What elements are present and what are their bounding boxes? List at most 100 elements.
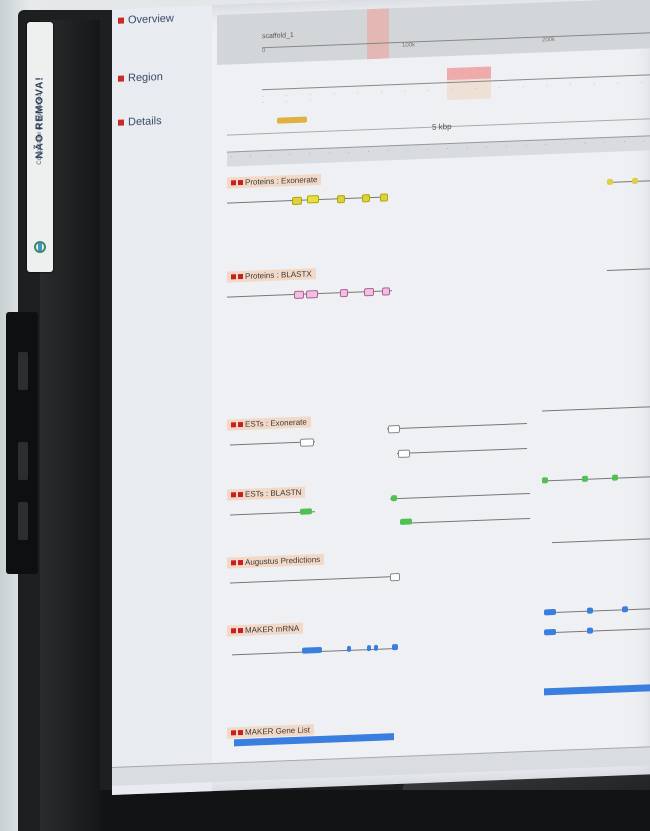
feature-line[interactable] (542, 476, 650, 482)
section-overview[interactable]: Overview (118, 13, 174, 27)
exon[interactable] (398, 449, 410, 459)
feature-line[interactable] (400, 517, 530, 524)
track-title: MAKER Gene List (245, 725, 310, 737)
feature-line[interactable] (390, 492, 530, 500)
section-label: Overview (128, 12, 174, 27)
track-header[interactable]: Augustus Predictions (227, 553, 325, 569)
exon[interactable] (367, 645, 371, 652)
track-title: ESTs : Exonerate (245, 417, 307, 429)
collapse-icon[interactable] (118, 119, 124, 126)
track-title: Augustus Predictions (245, 555, 321, 567)
exon[interactable] (347, 645, 351, 652)
feature-line[interactable] (387, 423, 527, 430)
track-close-icon (238, 273, 243, 280)
overview-highlight[interactable] (367, 8, 389, 60)
exon[interactable] (300, 438, 314, 447)
track-menu-icon (231, 628, 236, 634)
monitor-bottom-bezel (100, 790, 650, 831)
scale-label: 5 kbp (432, 121, 452, 132)
track-close-icon (238, 627, 243, 634)
exon[interactable] (587, 627, 593, 634)
exon[interactable] (612, 474, 618, 481)
track-close-icon (238, 559, 243, 566)
exon[interactable] (544, 608, 556, 616)
track-header[interactable]: Proteins : Exonerate (227, 173, 322, 189)
section-details[interactable]: Details (118, 115, 162, 129)
clip-slot (18, 442, 28, 480)
track-title: Proteins : BLASTX (245, 269, 312, 281)
track-menu-icon (231, 422, 236, 428)
region-highlight[interactable] (447, 66, 491, 81)
exon[interactable] (390, 572, 400, 582)
exon[interactable] (364, 287, 374, 297)
track-header[interactable]: Proteins : BLASTX (227, 268, 316, 283)
exon[interactable] (391, 495, 397, 502)
gene-bar[interactable] (544, 684, 650, 696)
track-menu-icon (231, 730, 236, 736)
exon[interactable] (374, 644, 378, 651)
sequence-label: scaffold_1 (262, 32, 294, 41)
exon[interactable] (292, 196, 302, 206)
track-menu-icon (231, 274, 236, 280)
overview-tick: 100k (402, 42, 416, 49)
exon[interactable] (388, 424, 400, 434)
exon[interactable] (302, 646, 322, 654)
section-label: Details (128, 115, 162, 129)
exon[interactable] (542, 477, 548, 484)
track-title: MAKER mRNA (245, 623, 300, 635)
exon[interactable] (340, 288, 348, 298)
exon[interactable] (382, 287, 390, 296)
track-menu-icon (231, 492, 236, 498)
track-close-icon (238, 179, 243, 186)
exon[interactable] (307, 195, 319, 204)
track-title: ESTs : BLASTN (245, 487, 302, 499)
track-close-icon (238, 491, 243, 498)
track-header[interactable]: ESTs : Exonerate (227, 416, 311, 431)
feature-line[interactable] (542, 406, 650, 412)
overview-tick: 0 (262, 48, 266, 55)
section-label: Region (128, 71, 163, 85)
details-highlight-mark (277, 116, 307, 124)
track-augustus-predictions: Augustus Predictions (227, 549, 325, 571)
clip-slot (18, 502, 28, 540)
cable-clip (6, 312, 38, 574)
track-menu-icon (231, 560, 236, 566)
exon[interactable] (300, 508, 312, 515)
feature-line[interactable] (230, 575, 400, 584)
collapse-icon[interactable] (118, 17, 124, 24)
feature-line[interactable] (397, 448, 527, 455)
exon[interactable] (380, 193, 388, 202)
feature-line[interactable] (544, 628, 650, 634)
track-maker-mrna: MAKER mRNA (227, 618, 304, 639)
exon[interactable] (632, 177, 638, 185)
exon[interactable] (362, 194, 370, 203)
collapse-icon[interactable] (118, 75, 124, 82)
track-ests-blastn: ESTs : BLASTN (227, 482, 306, 503)
feature-line[interactable] (544, 608, 650, 614)
track-ests-exonerate: ESTs : Exonerate (227, 411, 311, 432)
exon[interactable] (607, 178, 613, 185)
exon[interactable] (622, 606, 628, 613)
feature-line[interactable] (552, 538, 650, 544)
clip-slot (18, 352, 28, 390)
track-header[interactable]: MAKER mRNA (227, 622, 304, 637)
exon[interactable] (337, 195, 345, 204)
sticker-logo-icon (34, 241, 46, 253)
track-proteins-blastx: Proteins : BLASTX (227, 263, 316, 284)
exon[interactable] (582, 475, 588, 482)
exon[interactable] (294, 290, 304, 300)
overview-tick: 200k (542, 36, 556, 44)
track-menu-icon (231, 180, 236, 186)
warning-sticker: NÃO REMOVA! Computador do laboratório (27, 22, 53, 272)
exon[interactable] (587, 607, 593, 614)
exon[interactable] (400, 518, 412, 525)
track-header[interactable]: ESTs : BLASTN (227, 486, 306, 501)
feature-line[interactable] (607, 180, 650, 183)
exon[interactable] (544, 628, 556, 636)
track-title: Proteins : Exonerate (245, 175, 318, 187)
section-region[interactable]: Region (118, 71, 163, 85)
exon[interactable] (392, 644, 398, 651)
feature-line[interactable] (607, 268, 650, 271)
sticker-subtitle: Computador do laboratório (37, 93, 43, 165)
exon[interactable] (306, 290, 318, 299)
